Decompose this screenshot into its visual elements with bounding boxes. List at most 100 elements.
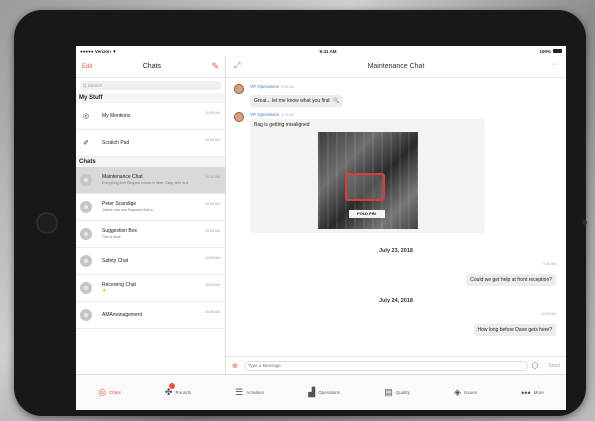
app-screen: ●●●●● Verizon ▼ 9:41 AM 100% Edit Chats … bbox=[76, 46, 566, 410]
status-bar: ●●●●● Verizon ▼ 9:41 AM 100% bbox=[76, 46, 566, 56]
list-item-peter-scandige[interactable]: Peter Scandige Joined chat and Snapshot … bbox=[76, 194, 225, 221]
highlight-box bbox=[344, 173, 385, 201]
section-header-chats: Chats bbox=[76, 157, 225, 167]
message-bubble[interactable]: How long before Dave gets here? bbox=[473, 324, 556, 336]
tab-chats[interactable]: ◎ Chats bbox=[98, 387, 121, 398]
tablet-frame: ●●●●● Verizon ▼ 9:41 AM 100% Edit Chats … bbox=[14, 10, 587, 416]
compose-icon[interactable]: ✎ bbox=[211, 61, 219, 72]
battery-icon bbox=[552, 49, 562, 53]
item-title: Peter Scandige bbox=[102, 201, 137, 208]
carrier: ●●●●● Verizon ▼ bbox=[80, 48, 117, 54]
chat-avatar-icon bbox=[80, 228, 92, 240]
emoji-icon[interactable]: ◯ bbox=[532, 362, 539, 369]
message-bubble[interactable]: Could we get help at front reception? bbox=[466, 274, 556, 286]
outgoing-message: 10:05 AM How long before Dave gets here? bbox=[473, 312, 556, 336]
list-item-maintenance-chat[interactable]: Maintenance Chat Everything fine! Reques… bbox=[76, 167, 225, 194]
tab-label: Issues bbox=[463, 390, 477, 395]
item-title: Scratch Pad bbox=[102, 140, 130, 146]
item-preview: Joined chat and Snapshot Add a... bbox=[102, 208, 156, 213]
item-title: My Mentions bbox=[102, 113, 131, 119]
notepad-icon: ✐ bbox=[83, 140, 89, 147]
date-separator: July 23, 2018 bbox=[379, 248, 413, 254]
item-title: AMAmanagement bbox=[102, 312, 143, 318]
send-button[interactable]: Send bbox=[548, 363, 560, 369]
list-item-receiving-chat[interactable]: Receiving Chat ★ 10:05 AM bbox=[76, 275, 225, 302]
more-options-icon[interactable]: ··· bbox=[551, 61, 558, 68]
chat-avatar-icon bbox=[80, 174, 92, 186]
operations-icon: ▟ bbox=[308, 387, 316, 397]
chat-list-pane: Edit Chats ✎ Q Search My Stuff ◎ My Ment… bbox=[76, 56, 226, 374]
outgoing-message: 9:48 AM Could we get help at front recep… bbox=[466, 262, 556, 286]
search-input[interactable]: Q Search bbox=[80, 81, 221, 90]
tab-activities[interactable]: ☰ Activities bbox=[235, 387, 264, 398]
battery-percent: 100% bbox=[539, 48, 551, 54]
machine-photo[interactable]: FOLD PIN bbox=[317, 132, 418, 229]
message-text: Great... let me know what you find bbox=[254, 98, 330, 104]
message-time: 10:05 AM bbox=[541, 312, 556, 316]
tab-operations[interactable]: ▟ Operations bbox=[308, 387, 340, 398]
star-icon: ★ bbox=[102, 288, 107, 294]
message-time: 9:20 AM bbox=[281, 113, 295, 117]
item-title: Maintenance Chat bbox=[102, 174, 143, 181]
tab-issues[interactable]: ◈ Issues bbox=[454, 387, 477, 398]
tab-quality[interactable]: ▤ Quality bbox=[384, 387, 410, 398]
home-button[interactable] bbox=[36, 212, 58, 234]
date-separator: July 24, 2018 bbox=[379, 298, 413, 304]
chat-avatar-icon bbox=[80, 282, 92, 294]
camera bbox=[582, 220, 587, 225]
item-time: 10:05 AM bbox=[205, 283, 220, 287]
sender-name[interactable]: VP Operations bbox=[250, 84, 279, 89]
item-time: 10:05 AM bbox=[205, 229, 220, 233]
conversation-header: ⤢ Maintenance Chat ··· bbox=[226, 56, 566, 78]
tab-label: Operations bbox=[318, 390, 341, 395]
item-title: Suggestion Box bbox=[102, 228, 138, 235]
list-item-suggestion-box[interactable]: Suggestion Box This is done 10:05 AM bbox=[76, 221, 225, 248]
expand-icon[interactable]: ⤢ bbox=[234, 61, 240, 71]
chat-icon: ◎ bbox=[98, 387, 106, 397]
message-time: 9:19 AM bbox=[281, 85, 295, 89]
edit-button[interactable]: Edit bbox=[82, 64, 92, 70]
sender-name[interactable]: VP Operations bbox=[250, 112, 279, 117]
list-item-safety-chat[interactable]: Safety Chat 10:05 AM bbox=[76, 248, 225, 275]
chat-list-header: Edit Chats ✎ bbox=[76, 56, 225, 78]
conversation-title: Maintenance Chat bbox=[367, 63, 425, 70]
chat-avatar-icon bbox=[80, 255, 92, 267]
tab-label: Chats bbox=[108, 390, 121, 395]
clock: 9:41 AM bbox=[319, 48, 337, 54]
chat-avatar-icon bbox=[80, 201, 92, 213]
message-input[interactable] bbox=[243, 360, 528, 371]
message-time: 9:48 AM bbox=[543, 262, 556, 266]
main-split: Edit Chats ✎ Q Search My Stuff ◎ My Ment… bbox=[76, 56, 566, 374]
list-item-scratch-pad[interactable]: ✐ Scratch Pad 10:05 AM bbox=[76, 130, 225, 157]
conversation-pane: ⤢ Maintenance Chat ··· VP Operations 9:19… bbox=[226, 56, 566, 374]
message-bubble[interactable]: Great... let me know what you find 🔍 bbox=[250, 95, 344, 107]
tab-label: Activities bbox=[246, 390, 264, 395]
message-list: VP Operations 9:19 AM Great... let me kno… bbox=[226, 78, 566, 356]
more-icon: ••• bbox=[521, 387, 531, 398]
item-time: 10:05 AM bbox=[205, 310, 220, 314]
avatar[interactable] bbox=[234, 84, 244, 94]
item-time: 10:05 AM bbox=[205, 256, 220, 260]
tab-label: Quality bbox=[395, 390, 410, 395]
item-time: 10:05 AM bbox=[205, 175, 220, 179]
message-composer: ⊕ ◯ Send bbox=[226, 356, 566, 374]
quality-icon: ▤ bbox=[384, 387, 393, 397]
tab-rounds[interactable]: ✤ Rounds bbox=[165, 383, 191, 398]
attach-icon[interactable]: ⊕ bbox=[232, 362, 238, 370]
item-preview: This is done bbox=[102, 235, 121, 240]
avatar[interactable] bbox=[234, 112, 244, 122]
photo-tag-label: FOLD PIN bbox=[348, 210, 385, 218]
section-header-my-stuff: My Stuff bbox=[76, 93, 225, 103]
tab-more[interactable]: ••• More bbox=[521, 388, 544, 398]
list-item-amamanagement[interactable]: AMAmanagement 10:05 AM bbox=[76, 302, 225, 329]
activities-icon: ☰ bbox=[235, 387, 244, 397]
list-item-my-mentions[interactable]: ◎ My Mentions 10:05 AM bbox=[76, 103, 225, 130]
item-title: Safety Chat bbox=[102, 258, 129, 264]
magnifier-emoji-icon: 🔍 bbox=[332, 98, 340, 104]
at-icon: ◎ bbox=[82, 113, 90, 120]
message-item: VP Operations 9:19 AM Great... let me kno… bbox=[234, 84, 344, 107]
item-time: 10:05 AM bbox=[205, 138, 220, 142]
chat-list-title: Chats bbox=[142, 63, 162, 70]
item-preview: Everything fine! Request comes in here. … bbox=[102, 181, 189, 186]
image-message-bubble[interactable]: Bag is getting misaligned FOLD PIN bbox=[250, 119, 485, 233]
